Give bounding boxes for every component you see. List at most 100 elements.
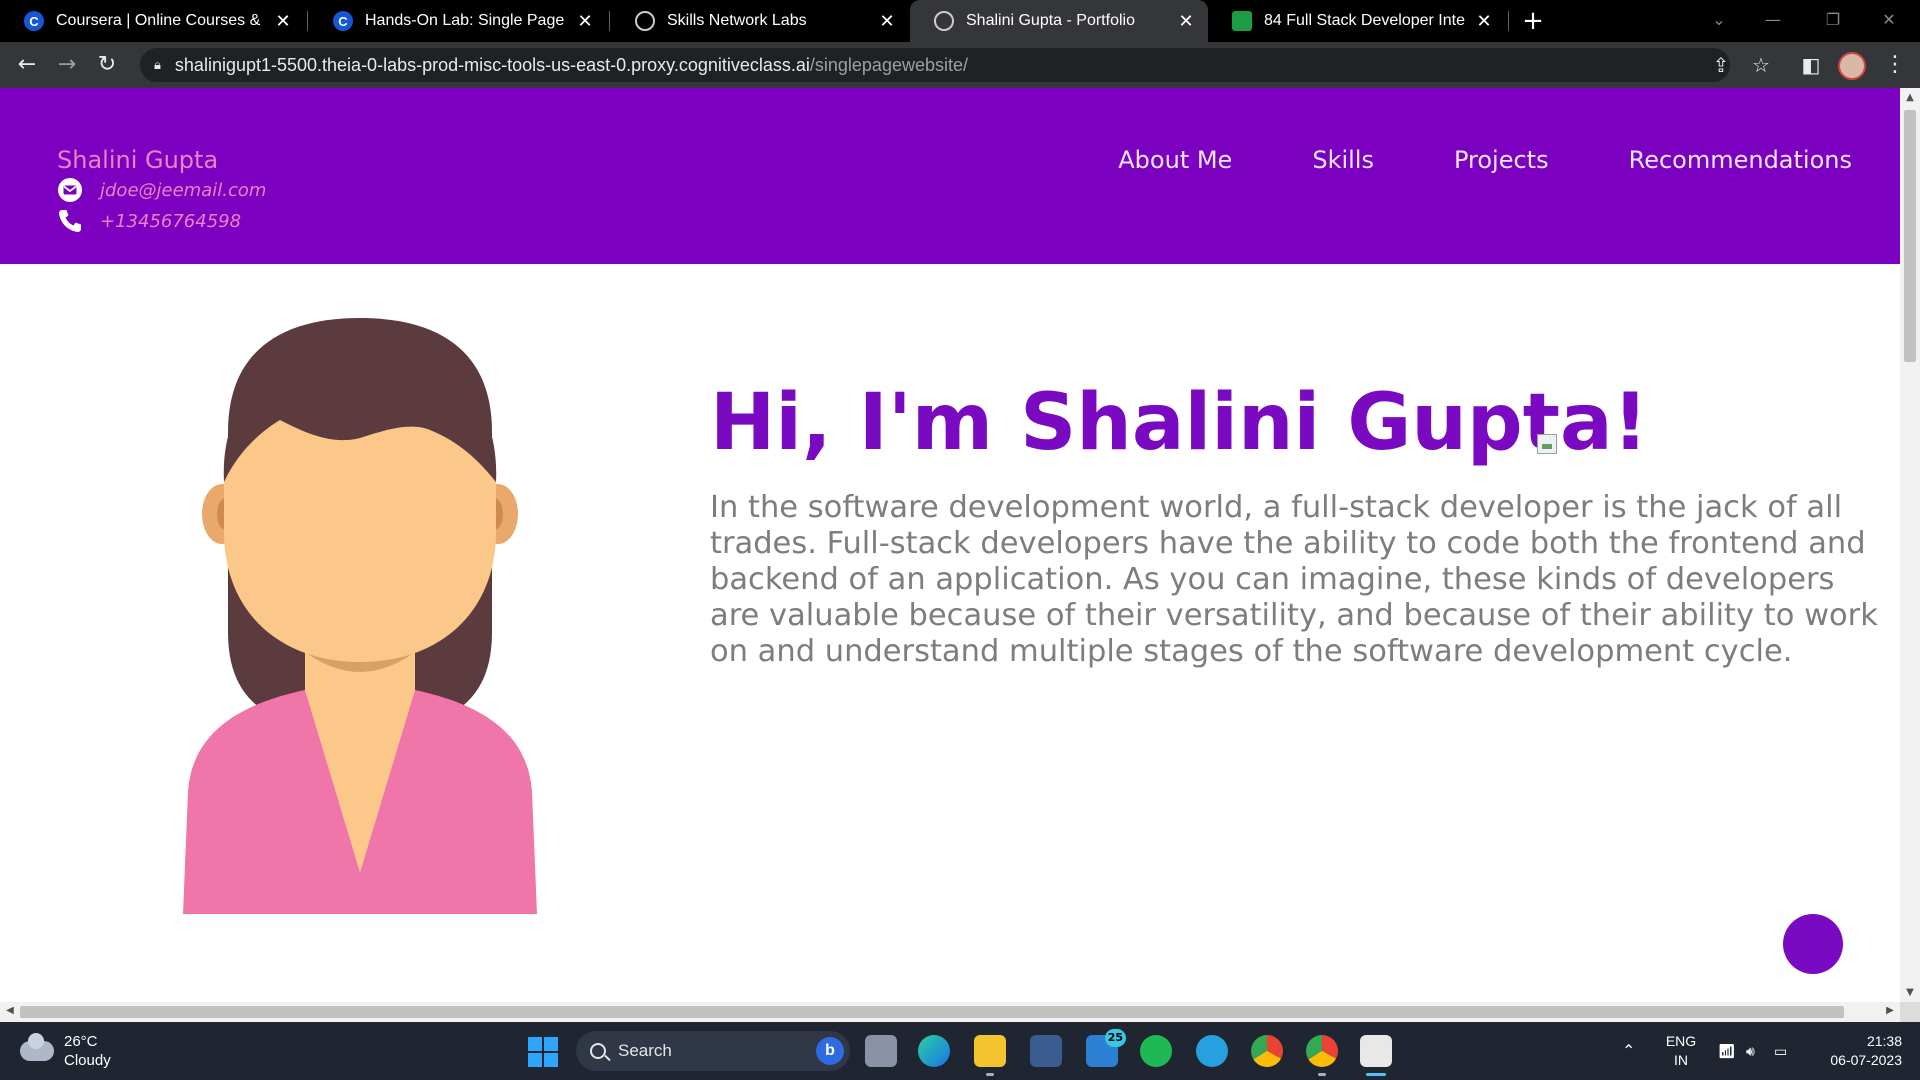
- hero-title: Hi, I'm Shalini Gupta!: [710, 378, 1649, 468]
- clock[interactable]: 21:38 06-07-2023: [1812, 1032, 1902, 1070]
- close-icon[interactable]: ✕: [1176, 11, 1196, 32]
- close-icon[interactable]: ✕: [1474, 11, 1494, 32]
- email-contact: jdoe@jeemail.com: [57, 178, 266, 202]
- page-viewport: Shalini Gupta jdoe@jeemail.com +13456764…: [0, 88, 1900, 1002]
- tab-skills-network-labs[interactable]: Skills Network Labs ✕: [611, 0, 909, 42]
- clock-date: 06-07-2023: [1830, 1052, 1902, 1068]
- horizontal-scrollbar[interactable]: ◀ ▶: [0, 1002, 1900, 1022]
- scrollbar-corner: [1900, 1002, 1920, 1022]
- tab-coursera[interactable]: C Coursera | Online Courses & Cre ✕: [0, 0, 305, 42]
- url-text[interactable]: shalinigupt1-5500.theia-0-labs-prod-misc…: [175, 55, 968, 76]
- wifi-icon[interactable]: 📶︎: [1718, 1022, 1736, 1080]
- hero-description: In the software development world, a ful…: [710, 490, 1878, 669]
- clock-time: 21:38: [1866, 1033, 1902, 1049]
- search-label: Search: [618, 1041, 672, 1060]
- region-code: IN: [1674, 1052, 1688, 1068]
- globe-icon: [934, 11, 954, 31]
- back-arrow-icon[interactable]: ←: [12, 50, 42, 80]
- edge-icon[interactable]: [918, 1035, 950, 1067]
- telegram-icon[interactable]: [1196, 1035, 1228, 1067]
- vertical-scroll-thumb[interactable]: [1904, 110, 1916, 362]
- chrome-icon[interactable]: [1251, 1035, 1283, 1067]
- bing-icon[interactable]: b: [816, 1037, 844, 1065]
- phone-contact: +13456764598: [57, 209, 241, 233]
- snipping-tool-icon[interactable]: [1360, 1035, 1392, 1076]
- tab-title: 84 Full Stack Developer Interview: [1264, 12, 1466, 29]
- share-icon[interactable]: ⇪: [1706, 50, 1736, 80]
- scroll-down-icon[interactable]: ▼: [1900, 987, 1920, 998]
- url-path: /singlepagewebsite/: [809, 54, 968, 75]
- broken-image-icon: [1537, 434, 1557, 454]
- close-icon[interactable]: ✕: [575, 11, 595, 32]
- vertical-scrollbar[interactable]: ▲ ▼: [1900, 88, 1920, 1002]
- search-icon: [590, 1043, 606, 1059]
- language-indicator[interactable]: ENG IN: [1664, 1032, 1698, 1070]
- nav-recommendations[interactable]: Recommendations: [1629, 146, 1852, 174]
- tab-title: Skills Network Labs: [667, 12, 807, 29]
- nav-about-me[interactable]: About Me: [1118, 146, 1232, 174]
- globe-icon: [635, 11, 655, 31]
- browser-tab-strip: C Coursera | Online Courses & Cre ✕ C Ha…: [0, 0, 1920, 42]
- close-icon[interactable]: ✕: [273, 11, 293, 32]
- new-tab-button[interactable]: +: [1518, 6, 1548, 36]
- close-window-icon[interactable]: ✕: [1866, 0, 1912, 42]
- phone-icon: [57, 209, 87, 233]
- bookmark-star-icon[interactable]: ☆: [1746, 50, 1776, 80]
- nav-skills[interactable]: Skills: [1312, 146, 1374, 174]
- tab-title: Hands-On Lab: Single Page Portfo: [365, 12, 567, 29]
- windows-start-icon[interactable]: [528, 1037, 558, 1067]
- scroll-right-icon[interactable]: ▶: [1880, 1005, 1900, 1016]
- database-tool-icon[interactable]: [1030, 1035, 1062, 1067]
- chrome-profile-icon[interactable]: [1306, 1035, 1338, 1076]
- tab-interview-questions[interactable]: 84 Full Stack Developer Interview ✕: [1208, 0, 1506, 42]
- taskbar-search[interactable]: Search b: [576, 1031, 850, 1071]
- main-nav: About Me Skills Projects Recommendations: [1118, 146, 1852, 174]
- restore-icon[interactable]: ❐: [1810, 0, 1856, 42]
- tab-separator: [609, 11, 610, 31]
- site-header: Shalini Gupta jdoe@jeemail.com +13456764…: [0, 88, 1900, 264]
- more-menu-icon[interactable]: ⋮: [1880, 50, 1910, 80]
- tab-hands-on-lab[interactable]: C Hands-On Lab: Single Page Portfo ✕: [309, 0, 607, 42]
- spotify-icon[interactable]: [1140, 1035, 1172, 1067]
- cloud-icon: [20, 1033, 54, 1061]
- tab-portfolio[interactable]: Shalini Gupta - Portfolio ✕: [910, 0, 1208, 42]
- address-toolbar: ← → ↻ 🔒︎ shalinigupt1-5500.theia-0-labs-…: [0, 42, 1920, 88]
- file-explorer-icon[interactable]: [974, 1035, 1006, 1076]
- language-code: ENG: [1665, 1033, 1697, 1049]
- reload-icon[interactable]: ↻: [92, 50, 122, 80]
- coursera-icon: C: [24, 11, 44, 31]
- tab-separator: [307, 11, 308, 31]
- tray-overflow-icon[interactable]: ⌃: [1622, 1022, 1635, 1080]
- minimize-icon[interactable]: —: [1750, 0, 1796, 42]
- weather-temperature: 26°C: [64, 1033, 98, 1050]
- weather-condition: Cloudy: [64, 1052, 111, 1069]
- lock-icon[interactable]: 🔒︎: [154, 58, 161, 73]
- address-bar[interactable]: 🔒︎ shalinigupt1-5500.theia-0-labs-prod-m…: [140, 48, 1730, 82]
- tab-title: Coursera | Online Courses & Cre: [56, 12, 265, 29]
- floating-action-button[interactable]: [1783, 914, 1843, 974]
- coursera-icon: C: [333, 11, 353, 31]
- forward-arrow-icon[interactable]: →: [52, 50, 82, 80]
- scroll-up-icon[interactable]: ▲: [1900, 92, 1920, 103]
- volume-icon[interactable]: 🔊︎: [1746, 1022, 1755, 1080]
- weather-widget[interactable]: 26°C Cloudy: [20, 1032, 111, 1070]
- windows-taskbar: 26°C Cloudy Search b 25 ⌃ ENG IN 📶︎ 🔊︎ ▭…: [0, 1022, 1920, 1080]
- close-icon[interactable]: ✕: [877, 11, 897, 32]
- url-host: shalinigupt1-5500.theia-0-labs-prod-misc…: [174, 54, 810, 75]
- scroll-left-icon[interactable]: ◀: [0, 1005, 20, 1016]
- tab-title: Shalini Gupta - Portfolio: [966, 12, 1135, 29]
- mail-badge: 25: [1104, 1029, 1126, 1047]
- horizontal-scroll-thumb[interactable]: [20, 1006, 1844, 1018]
- battery-icon[interactable]: ▭: [1774, 1022, 1787, 1080]
- tab-search-icon[interactable]: ⌄: [1696, 0, 1742, 42]
- task-view-icon[interactable]: [865, 1035, 897, 1067]
- email-link[interactable]: jdoe@jeemail.com: [100, 180, 266, 201]
- tab-separator: [1508, 11, 1509, 31]
- mail-icon[interactable]: 25: [1086, 1029, 1126, 1067]
- phone-link[interactable]: +13456764598: [100, 211, 241, 232]
- envelope-icon: [57, 178, 87, 202]
- side-panel-icon[interactable]: ◧: [1796, 50, 1826, 80]
- profile-avatar[interactable]: [1838, 52, 1866, 80]
- green-square-icon: [1232, 11, 1252, 31]
- nav-projects[interactable]: Projects: [1454, 146, 1549, 174]
